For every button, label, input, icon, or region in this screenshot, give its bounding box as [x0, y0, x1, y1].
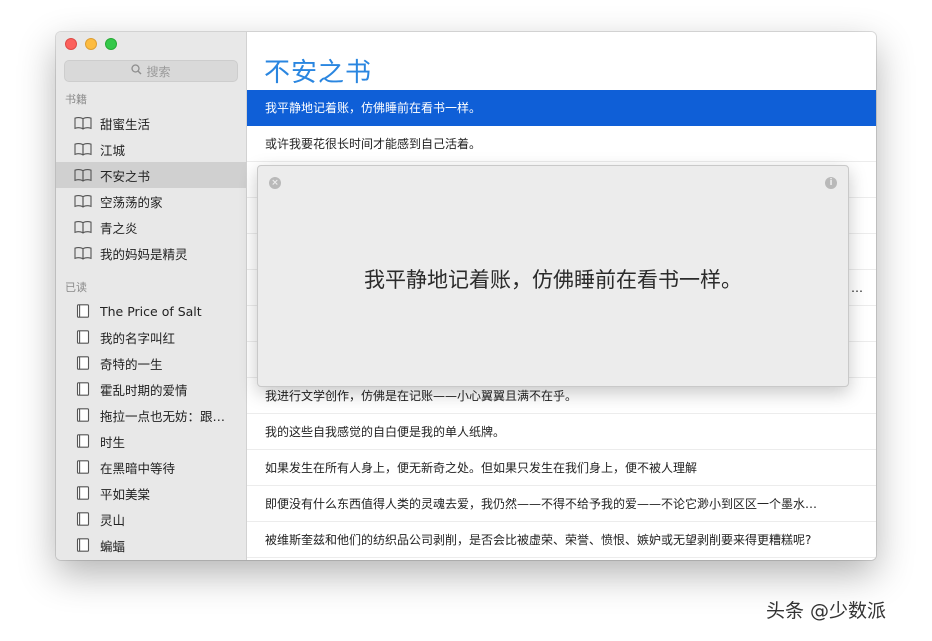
search-input[interactable]: 搜索 [64, 60, 238, 82]
sidebar-item[interactable]: 我的妈妈是精灵 [56, 240, 246, 266]
book-closed-icon [74, 486, 92, 500]
quote-row[interactable]: 或许我要花很长时间才能感到自己活着。 [247, 126, 876, 162]
sidebar-item[interactable]: 空荡荡的家 [56, 188, 246, 214]
section-header-books: 书籍 [65, 93, 87, 106]
window-zoom-button[interactable] [105, 38, 117, 50]
app-window: 搜索 书籍 甜蜜生活 江城 不安之书 空荡荡的家 青之炎 我的妈妈是精灵 已读 The P… [56, 32, 876, 560]
sidebar-item[interactable]: 甜蜜生活 [56, 110, 246, 136]
sidebar-item-label: 甜蜜生活 [100, 116, 151, 132]
sidebar-item[interactable]: 蝙蝠 [56, 532, 246, 558]
sidebar-item-label: 空荡荡的家 [100, 194, 163, 210]
sidebar-item-label: 奇特的一生 [100, 356, 163, 372]
quote-row[interactable]: 我平静地记着账，仿佛睡前在看书一样。 [247, 90, 876, 126]
sidebar-item-label: 我的名字叫红 [100, 330, 176, 346]
book-open-icon [74, 194, 92, 208]
sidebar-item-label: 我的妈妈是精灵 [100, 246, 188, 262]
book-closed-icon [74, 538, 92, 552]
sidebar-item[interactable]: 平如美棠 [56, 480, 246, 506]
sidebar-item-label: 不安之书 [100, 168, 151, 184]
sidebar-item[interactable]: 灵山 [56, 506, 246, 532]
book-closed-icon [74, 408, 92, 422]
sidebar: 搜索 书籍 甜蜜生活江城不安之书空荡荡的家青之炎我的妈妈是精灵 已读 The P… [56, 32, 247, 560]
books-list: 甜蜜生活江城不安之书空荡荡的家青之炎我的妈妈是精灵 [56, 110, 246, 266]
book-open-icon [74, 142, 92, 156]
sidebar-item[interactable]: 拖拉一点也无妨：跟… [56, 402, 246, 428]
sidebar-item[interactable]: 时生 [56, 428, 246, 454]
book-closed-icon [74, 330, 92, 344]
popover-quote-text: 我平静地记着账，仿佛睡前在看书一样。 [364, 268, 742, 292]
sidebar-item[interactable]: 我的名字叫红 [56, 324, 246, 350]
book-closed-icon [74, 382, 92, 396]
sidebar-item-label: 蝙蝠 [100, 538, 126, 554]
quote-row[interactable]: 即便没有什么东西值得人类的灵魂去爱，我仍然——不得不给予我的爱——不论它渺小到区… [247, 486, 876, 522]
quote-popover: × i 我平静地记着账，仿佛睡前在看书一样。 [257, 165, 849, 387]
sidebar-item-label: 拖拉一点也无妨：跟… [100, 408, 226, 424]
sidebar-item[interactable]: 青之炎 [56, 214, 246, 240]
sidebar-item[interactable]: 不安之书 [56, 162, 246, 188]
book-closed-icon [74, 512, 92, 526]
sidebar-item-label: 青之炎 [100, 220, 138, 236]
sidebar-item-label: 江城 [100, 142, 126, 158]
close-icon[interactable]: × [269, 177, 281, 189]
window-close-button[interactable] [65, 38, 77, 50]
sidebar-item[interactable]: 在黑暗中等待 [56, 454, 246, 480]
sidebar-item-label: 在黑暗中等待 [100, 460, 176, 476]
quote-row[interactable]: 如果发生在所有人身上，便无新奇之处。但如果只发生在我们身上，便不被人理解 [247, 450, 876, 486]
book-closed-icon [74, 304, 92, 318]
sidebar-item-label: The Price of Salt [100, 303, 202, 319]
search-placeholder: 搜索 [146, 64, 171, 79]
sidebar-item-label: 霍乱时期的爱情 [100, 382, 188, 398]
sidebar-item-label: 时生 [100, 434, 126, 450]
sidebar-item-label: 灵山 [100, 512, 126, 528]
sidebar-item[interactable]: 江城 [56, 136, 246, 162]
window-minimize-button[interactable] [85, 38, 97, 50]
quote-row[interactable]: 被维斯奎兹和他们的纺织品公司剥削，是否会比被虚荣、荣誉、愤恨、嫉妒或无望剥削要来… [247, 522, 876, 558]
sidebar-item[interactable]: 霍乱时期的爱情 [56, 376, 246, 402]
book-closed-icon [74, 356, 92, 370]
sidebar-item[interactable]: The Price of Salt [56, 298, 246, 324]
watermark: 头条 @少数派 [766, 600, 887, 622]
book-open-icon [74, 246, 92, 260]
book-open-icon [74, 168, 92, 182]
search-icon [131, 64, 142, 78]
sidebar-item[interactable]: 奇特的一生 [56, 350, 246, 376]
quote-row[interactable]: 我的这些自我感觉的自白便是我的单人纸牌。 [247, 414, 876, 450]
section-header-read: 已读 [65, 281, 87, 294]
book-open-icon [74, 220, 92, 234]
read-list: The Price of Salt 我的名字叫红 奇特的一生霍乱时期的爱情拖拉一点也… [56, 298, 246, 558]
book-open-icon [74, 116, 92, 130]
book-closed-icon [74, 434, 92, 448]
book-closed-icon [74, 460, 92, 474]
page-title: 不安之书 [264, 58, 373, 88]
info-icon[interactable]: i [825, 177, 837, 189]
sidebar-item-label: 平如美棠 [100, 486, 151, 502]
